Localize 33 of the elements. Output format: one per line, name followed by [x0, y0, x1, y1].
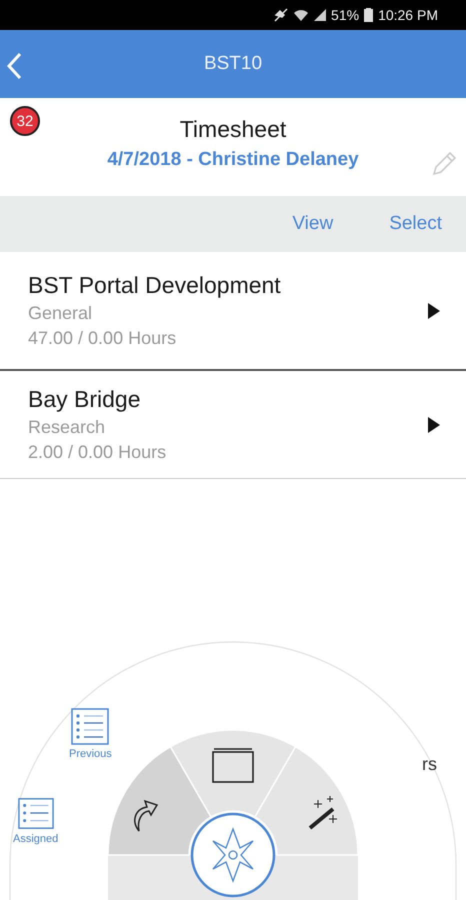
window-icon	[212, 748, 254, 783]
battery-percentage: 51%	[331, 7, 360, 23]
signal-icon	[314, 9, 326, 21]
toolbar-action[interactable]: Select	[389, 213, 442, 235]
list-icon	[71, 708, 110, 745]
mute-icon	[274, 8, 288, 22]
project-name: BST Portal Development	[28, 272, 282, 299]
menu-segment[interactable]	[170, 729, 296, 818]
project-row[interactable]: Bay Bridge Research 2.00 / 0.00 Hours	[0, 371, 466, 479]
menu-segment[interactable]	[254, 746, 359, 856]
compass-button[interactable]	[190, 812, 276, 898]
battery-icon	[364, 8, 374, 22]
timesheet-subtitle: 4/7/2018 - Christine Delaney	[107, 149, 359, 171]
clock-time: 10:26 PM	[378, 7, 438, 23]
wifi-icon	[293, 9, 310, 21]
notification-count[interactable]: 32	[10, 106, 40, 136]
project-hours: 2.00 / 0.00 Hours	[28, 442, 168, 463]
project-category: General	[28, 303, 94, 324]
project-name: Bay Bridge	[28, 386, 142, 413]
list-icon	[18, 797, 54, 830]
project-hours: 47.00 / 0.00 Hours	[28, 328, 178, 349]
timesheet-title: Timesheet	[180, 116, 286, 143]
project-category: Research	[28, 417, 106, 438]
play-arrow-icon	[428, 416, 440, 432]
play-arrow-icon	[428, 302, 440, 318]
menu-item[interactable]: Previous	[69, 708, 112, 760]
menu-item[interactable]: rs	[422, 754, 437, 775]
menu-item[interactable]: Assigned	[13, 797, 58, 845]
toolbar-action[interactable]: View	[292, 213, 334, 235]
magic-wand-icon	[308, 796, 338, 830]
screen-title: BST10	[204, 53, 262, 75]
project-row[interactable]: BST Portal Development General 47.00 / 0.00 Hours	[0, 252, 466, 371]
curved-arrow-icon	[134, 800, 158, 832]
